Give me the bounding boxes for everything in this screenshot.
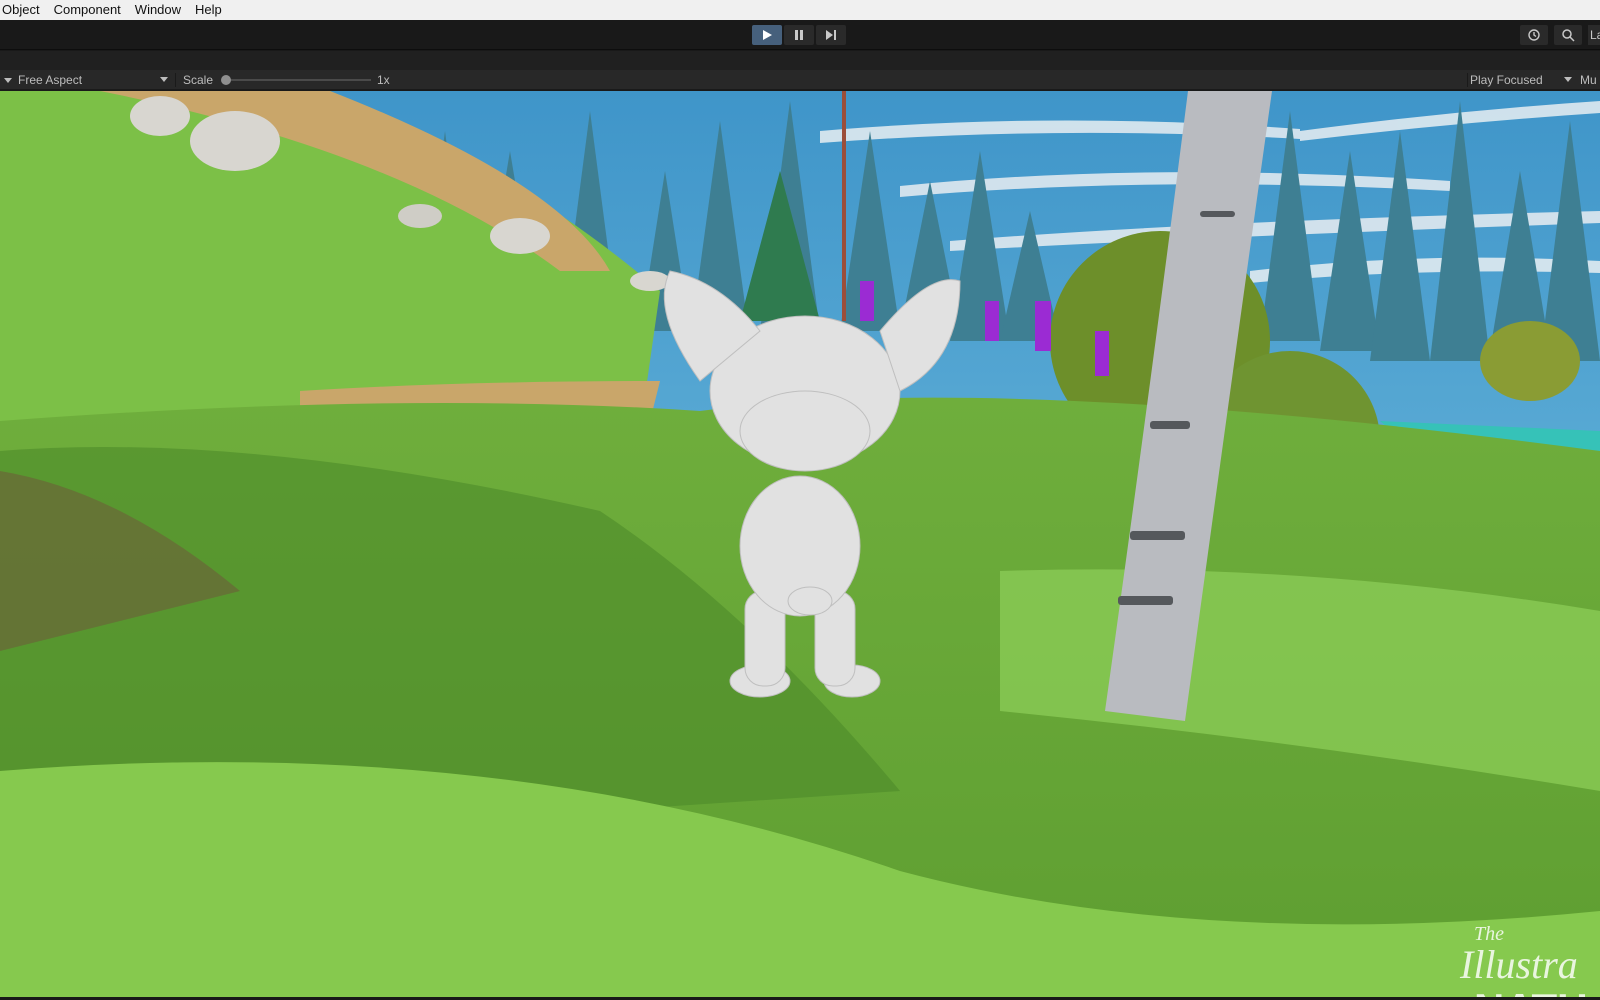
rock [490, 218, 550, 254]
search-button[interactable] [1554, 25, 1582, 45]
game-viewport[interactable]: The Illustra NATU [0, 91, 1600, 997]
channel-watermark-logo: The Illustra NATU [1458, 923, 1600, 997]
pause-button[interactable] [784, 25, 814, 45]
chevron-down-icon [4, 77, 12, 83]
chevron-down-icon [160, 77, 168, 82]
rock [398, 204, 442, 228]
menu-help[interactable]: Help [188, 0, 229, 20]
scale-slider-handle[interactable] [221, 75, 231, 85]
step-button[interactable] [816, 25, 846, 45]
main-toolbar: La [0, 20, 1600, 50]
menu-bar: Object Component Window Help [0, 0, 1600, 20]
scale-value: 1x [377, 73, 390, 87]
game-view-toolbar: Free Aspect Scale 1x Play Focused Mu [0, 70, 1600, 90]
step-icon [826, 30, 836, 40]
aspect-dropdown[interactable]: Free Aspect [0, 70, 174, 90]
menu-component[interactable]: Component [47, 0, 128, 20]
watermark-line-2: Illustra [1460, 942, 1578, 987]
toolbar-right-tools: La [1520, 25, 1600, 45]
chevron-down-icon [1564, 77, 1572, 82]
menu-object[interactable]: Object [0, 0, 47, 20]
rock [190, 111, 280, 171]
play-controls [752, 25, 846, 45]
aspect-label: Free Aspect [18, 73, 83, 87]
game-scene [0, 91, 1600, 997]
scale-label: Scale [183, 73, 214, 87]
watermark-line-3: NATU [1474, 985, 1588, 997]
play-icon [763, 30, 772, 40]
rock [130, 96, 190, 136]
play-button[interactable] [752, 25, 782, 45]
mute-audio-toggle[interactable]: Mu [1580, 73, 1600, 87]
play-mode-dropdown[interactable]: Play Focused [1470, 70, 1578, 90]
menu-window[interactable]: Window [128, 0, 188, 20]
divider [175, 73, 176, 87]
bush [1480, 321, 1580, 401]
scale-slider-track[interactable] [223, 79, 371, 81]
view-tab-strip [0, 51, 1600, 70]
play-mode-label: Play Focused [1470, 73, 1543, 87]
history-icon [1528, 29, 1540, 41]
pause-icon [795, 30, 803, 40]
search-icon [1562, 29, 1575, 42]
undo-history-button[interactable] [1520, 25, 1548, 45]
layout-dropdown[interactable]: La [1588, 25, 1600, 45]
rock [630, 271, 670, 291]
divider [1467, 73, 1468, 87]
